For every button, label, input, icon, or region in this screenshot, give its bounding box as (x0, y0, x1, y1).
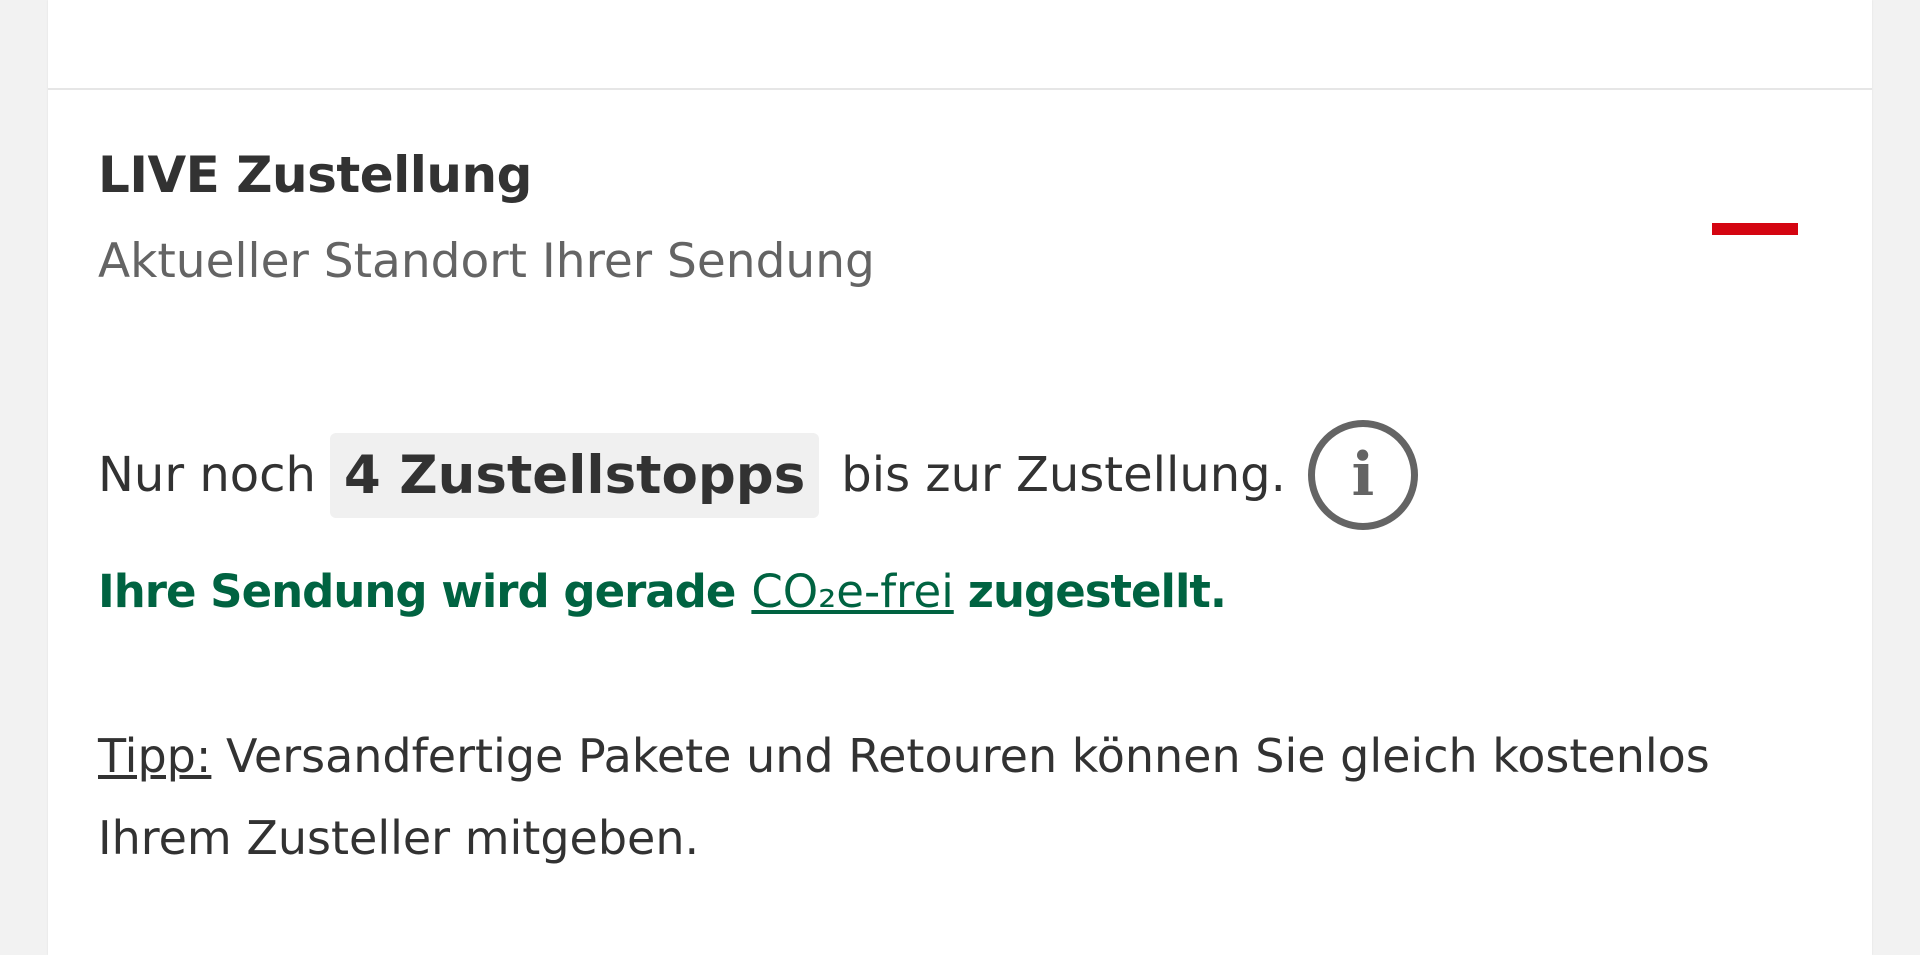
co2-suffix: zugestellt. (967, 565, 1227, 618)
tip-paragraph: Tipp: Versandfertige Pakete und Retouren… (98, 715, 1818, 879)
section-subtitle: Aktueller Standort Ihrer Sendung (98, 234, 875, 289)
minus-icon (1712, 223, 1798, 235)
tip-label: Tipp: (98, 729, 212, 783)
info-glyph: i (1351, 440, 1375, 510)
co2-prefix: Ihre Sendung wird gerade (98, 565, 736, 618)
stops-suffix: bis zur Zustellung. (841, 447, 1286, 503)
info-icon[interactable]: i (1307, 420, 1418, 530)
co2-free-link[interactable]: CO₂e-frei (751, 565, 953, 618)
co2-notice: Ihre Sendung wird gerade CO₂e-frei zugeste… (98, 565, 1227, 618)
previous-section (48, 0, 1872, 90)
remaining-stops-line: Nur noch 4 Zustellstopps bis zur Zustell… (98, 420, 1418, 530)
live-delivery-card: LIVE Zustellung Aktueller Standort Ihrer… (48, 0, 1872, 955)
section-title: LIVE Zustellung (98, 146, 532, 204)
stops-count-badge: 4 Zustellstopps (329, 432, 820, 518)
collapse-toggle-button[interactable] (1712, 210, 1798, 250)
tip-text: Versandfertige Pakete und Retouren könne… (98, 729, 1710, 865)
stops-prefix: Nur noch (98, 447, 316, 503)
live-delivery-header[interactable]: LIVE Zustellung Aktueller Standort Ihrer… (48, 90, 1872, 330)
